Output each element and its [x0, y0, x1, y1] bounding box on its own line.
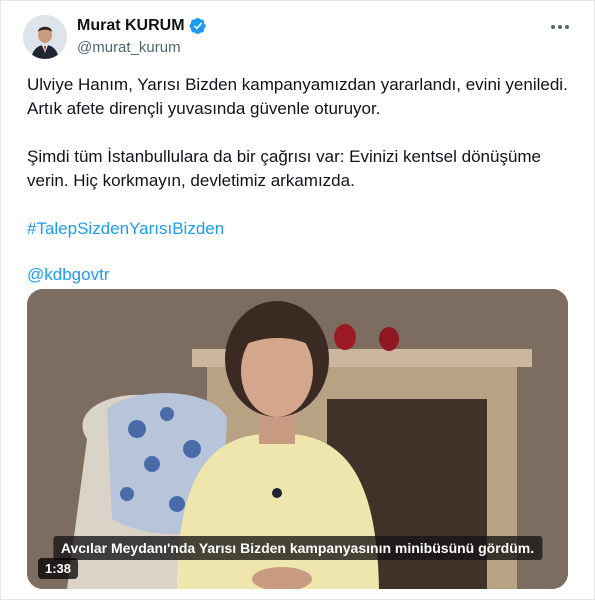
video-player[interactable]: Avcılar Meydanı'nda Yarısı Bizden kampan…	[27, 289, 568, 589]
video-duration-badge: 1:38	[38, 558, 79, 579]
avatar[interactable]	[23, 15, 67, 59]
author-name-row: Murat KURUM	[77, 17, 207, 35]
tweet-card: Murat KURUM @murat_kurum Ulviye Hanım, Y…	[0, 0, 595, 600]
hashtag-link[interactable]: #TalepSizdenYarısıBizden	[27, 219, 224, 238]
more-horizontal-icon[interactable]	[548, 17, 572, 37]
video-caption: Avcılar Meydanı'nda Yarısı Bizden kampan…	[52, 536, 543, 560]
mention-link[interactable]: @kdbgovtr	[27, 265, 109, 284]
tweet-text: Ulviye Hanım, Yarısı Bizden kampanyamızd…	[27, 73, 572, 311]
tweet-paragraph-1: Ulviye Hanım, Yarısı Bizden kampanyamızd…	[27, 75, 568, 118]
profile-photo-icon	[23, 15, 67, 59]
verified-badge-icon	[189, 17, 206, 35]
author-handle[interactable]: @murat_kurum	[77, 39, 181, 56]
tweet-paragraph-2: Şimdi tüm İstanbullulara da bir çağrısı …	[27, 147, 542, 190]
author-display-name[interactable]: Murat KURUM	[77, 17, 185, 35]
